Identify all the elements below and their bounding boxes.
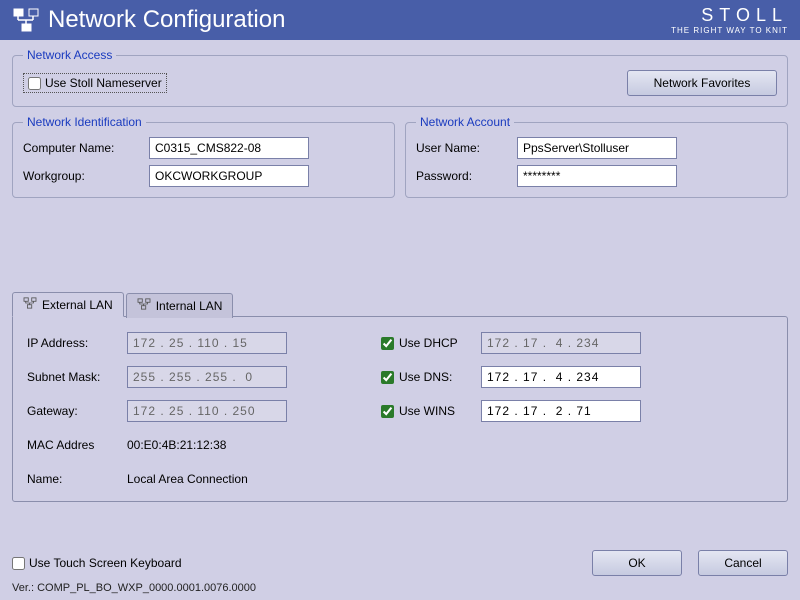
dns-server-input[interactable] [481,366,641,388]
use-nameserver-label: Use Stoll Nameserver [45,76,162,90]
connection-name-label: Name: [27,472,127,486]
touch-keyboard-label: Use Touch Screen Keyboard [29,556,182,570]
network-favorites-button[interactable]: Network Favorites [627,70,777,96]
network-icon [12,6,40,34]
tab-panel-external: IP Address: Subnet Mask: Gateway: MAC Ad… [12,316,788,502]
network-access-legend: Network Access [23,48,116,62]
wins-server-input[interactable] [481,400,641,422]
bottom-bar: Use Touch Screen Keyboard OK Cancel Ver.… [0,544,800,600]
use-nameserver-input[interactable] [28,77,41,90]
gateway-label: Gateway: [27,404,127,418]
use-dns-label: Use DNS: [399,370,452,384]
network-identification-group: Network Identification Computer Name: Wo… [12,115,395,198]
password-label: Password: [416,169,511,183]
network-account-group: Network Account User Name: Password: [405,115,788,198]
password-input[interactable] [517,165,677,187]
use-dhcp-input[interactable] [381,337,394,350]
ip-address-input [127,332,287,354]
computer-name-label: Computer Name: [23,141,143,155]
brand-logo: STOLL [671,5,788,26]
gateway-input [127,400,287,422]
version-label: Ver.: COMP_PL_BO_WXP_0000.0001.0076.0000 [12,582,788,594]
mac-address-label: MAC Addres [27,438,127,452]
mac-address-value: 00:E0:4B:21:12:38 [127,438,226,452]
use-dns-checkbox[interactable]: Use DNS: [381,370,481,384]
connection-name-value: Local Area Connection [127,472,248,486]
workgroup-input[interactable] [149,165,309,187]
tab-internal-lan[interactable]: Internal LAN [126,293,234,318]
brand-tagline: THE RIGHT WAY TO KNIT [671,26,788,35]
computer-name-input[interactable] [149,137,309,159]
lan-icon [23,297,37,312]
ok-button[interactable]: OK [592,550,682,576]
lan-tabs: External LAN Internal LAN IP Address: Su… [12,291,788,502]
ip-address-label: IP Address: [27,336,127,350]
page-title: Network Configuration [48,6,285,34]
use-dhcp-label: Use DHCP [399,336,458,350]
touch-keyboard-input[interactable] [12,557,25,570]
tab-external-label: External LAN [42,298,113,312]
tab-external-lan[interactable]: External LAN [12,292,124,317]
cancel-button[interactable]: Cancel [698,550,788,576]
use-wins-input[interactable] [381,405,394,418]
use-dns-input[interactable] [381,371,394,384]
network-identification-legend: Network Identification [23,115,146,129]
subnet-mask-input [127,366,287,388]
touch-keyboard-checkbox[interactable]: Use Touch Screen Keyboard [12,554,182,572]
title-bar: Network Configuration STOLL THE RIGHT WA… [0,0,800,40]
user-name-input[interactable] [517,137,677,159]
use-nameserver-checkbox[interactable]: Use Stoll Nameserver [23,73,167,93]
network-account-legend: Network Account [416,115,514,129]
dhcp-server-input [481,332,641,354]
use-wins-checkbox[interactable]: Use WINS [381,404,481,418]
tab-internal-label: Internal LAN [156,299,223,313]
network-access-group: Network Access Use Stoll Nameserver Netw… [12,48,788,107]
subnet-mask-label: Subnet Mask: [27,370,127,384]
user-name-label: User Name: [416,141,511,155]
workgroup-label: Workgroup: [23,169,143,183]
use-dhcp-checkbox[interactable]: Use DHCP [381,336,481,350]
lan-icon [137,298,151,313]
use-wins-label: Use WINS [399,404,455,418]
